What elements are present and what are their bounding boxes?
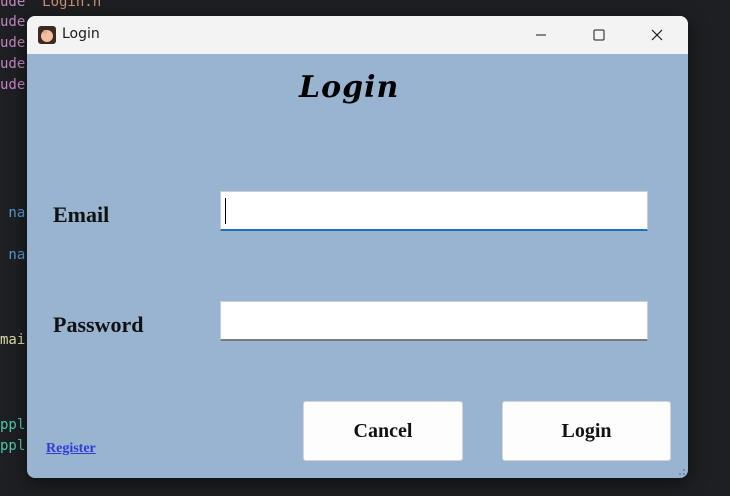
code-line: ude bbox=[0, 77, 26, 93]
close-icon bbox=[651, 29, 663, 41]
code-line: ppl bbox=[0, 417, 26, 433]
resize-grip-icon[interactable] bbox=[676, 466, 686, 476]
code-line: ude bbox=[0, 35, 26, 51]
code-line: ude bbox=[0, 56, 26, 72]
code-line: ude bbox=[0, 14, 26, 30]
minimize-icon bbox=[536, 34, 546, 36]
code-line: na bbox=[0, 247, 26, 263]
code-line: mai bbox=[0, 332, 26, 348]
email-field[interactable] bbox=[220, 191, 648, 231]
password-label: Password bbox=[53, 312, 144, 337]
code-line: na bbox=[0, 205, 26, 221]
register-link[interactable]: Register bbox=[46, 441, 96, 457]
code-line: ude "Login.h" bbox=[0, 0, 110, 10]
login-window: Login Login Email Password Register Canc… bbox=[27, 16, 688, 478]
login-button[interactable]: Login bbox=[502, 401, 671, 461]
cancel-button[interactable]: Cancel bbox=[303, 401, 463, 461]
app-icon bbox=[38, 26, 56, 44]
password-field[interactable] bbox=[220, 301, 648, 341]
maximize-icon bbox=[593, 29, 605, 41]
maximize-button[interactable] bbox=[570, 16, 628, 54]
email-label: Email bbox=[53, 202, 110, 227]
text-caret bbox=[225, 198, 226, 224]
minimize-button[interactable] bbox=[512, 16, 570, 54]
title-bar[interactable]: Login bbox=[27, 16, 688, 54]
code-line: ppl bbox=[0, 438, 26, 454]
form-heading: Login bbox=[299, 70, 400, 105]
window-title: Login bbox=[62, 26, 100, 42]
close-button[interactable] bbox=[628, 16, 686, 54]
